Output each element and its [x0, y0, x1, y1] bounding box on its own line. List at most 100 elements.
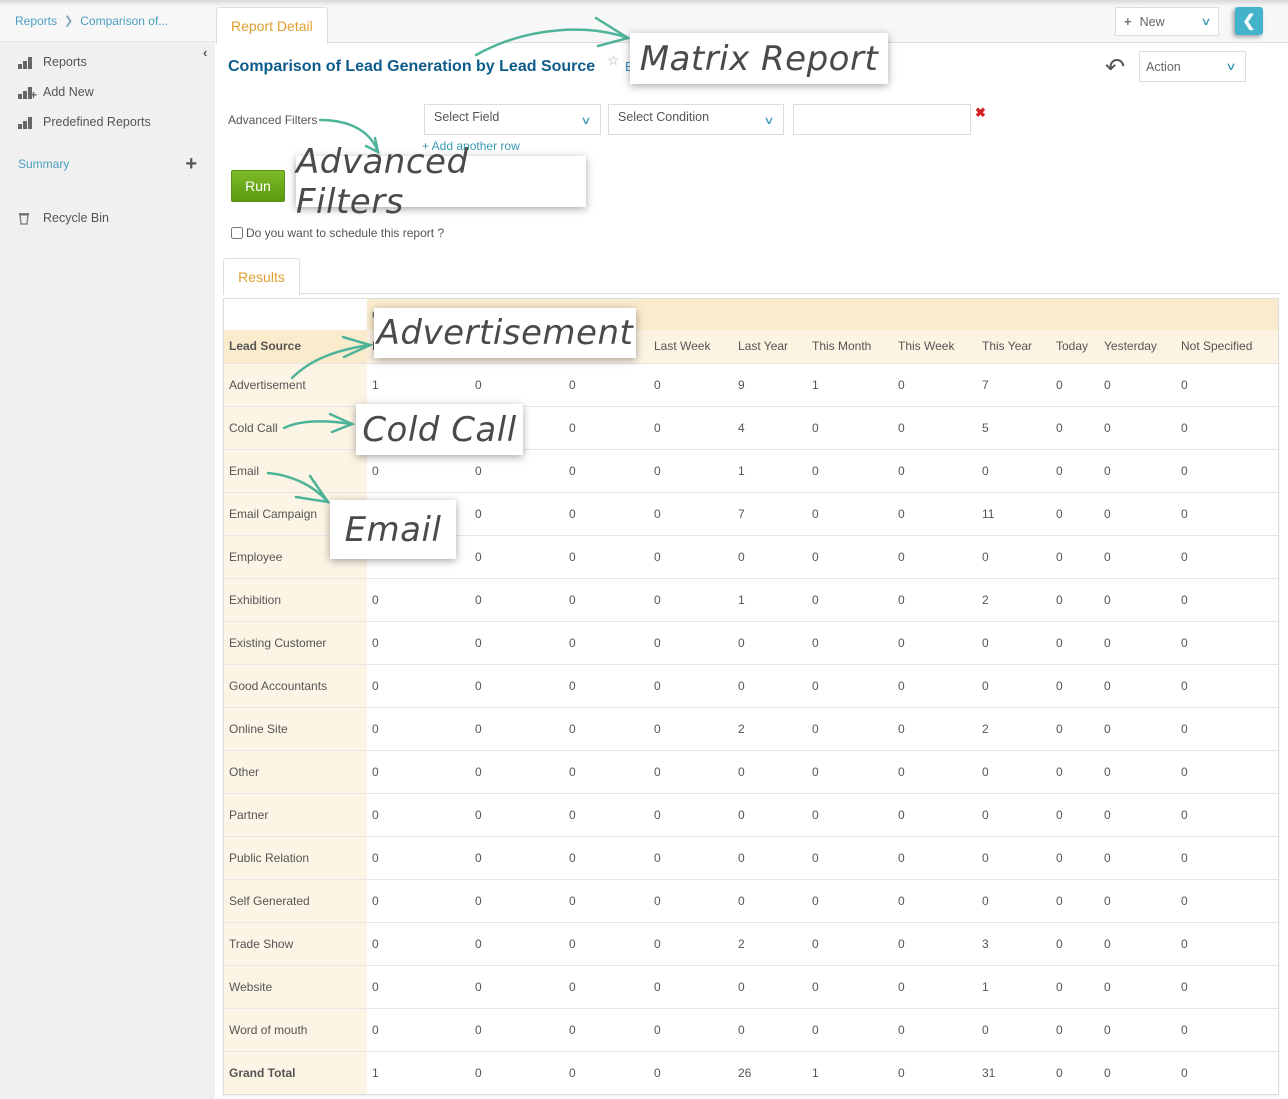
star-icon[interactable]: ☆ — [607, 52, 620, 69]
select-condition-dropdown[interactable]: Select Condition ∨ — [608, 104, 784, 135]
table-cell: 0 — [564, 664, 649, 708]
table-cell: 0 — [1176, 922, 1278, 966]
table-cell: 0 — [649, 922, 733, 966]
table-cell: 0 — [807, 664, 893, 708]
collapse-sidebar-icon[interactable]: ‹ — [203, 45, 207, 60]
sidebar-item-recycle-bin[interactable]: Recycle Bin — [0, 203, 215, 233]
row-label: Other — [224, 750, 367, 794]
table-cell: 0 — [1176, 406, 1278, 450]
table-row: Email 0 0 0 0 1 0 0 0 0 0 0 — [224, 449, 1278, 493]
table-cell: 0 — [564, 1008, 649, 1052]
table-cell: 0 — [1099, 707, 1176, 751]
tab-report-detail[interactable]: Report Detail — [216, 7, 328, 44]
table-cell: 0 — [1104, 1065, 1111, 1080]
sidebar-item-label: Reports — [43, 55, 87, 69]
chevron-down-icon: ∨ — [580, 115, 592, 127]
table-cell: 0 — [977, 535, 1051, 579]
sidebar-item-reports[interactable]: Reports — [0, 47, 215, 77]
row-label: Exhibition — [224, 578, 367, 622]
table-cell: 0 — [470, 793, 564, 837]
sidebar-item-predefined-reports[interactable]: Predefined Reports — [0, 107, 215, 137]
tab-results[interactable]: Results — [223, 258, 300, 295]
action-select[interactable]: Action ∨ — [1139, 51, 1246, 82]
table-cell: 0 — [807, 578, 893, 622]
table-cell: 0 — [470, 1008, 564, 1052]
table-cell: 1 — [733, 578, 807, 622]
table-cell: 2 — [977, 578, 1051, 622]
table-cell: 0 — [649, 363, 733, 407]
collapse-panel-button[interactable]: ❮ — [1235, 7, 1263, 35]
table-cell: 0 — [649, 836, 733, 880]
table-cell: 0 — [649, 965, 733, 1009]
table-cell: 0 — [977, 1008, 1051, 1052]
table-cell: 0 — [367, 750, 470, 794]
table-cell: 0 — [649, 406, 733, 450]
table-cell: 0 — [564, 406, 649, 450]
table-cell: 0 — [564, 750, 649, 794]
table-cell: 0 — [733, 836, 807, 880]
table-cell: 0 — [977, 750, 1051, 794]
breadcrumb-current[interactable]: Comparison of... — [80, 14, 168, 28]
table-cell: 0 — [1176, 965, 1278, 1009]
table-cell: 0 — [893, 836, 977, 880]
row-header-label: Lead Source — [224, 330, 367, 364]
table-cell: 0 — [1051, 492, 1099, 536]
add-summary-icon[interactable]: + — [185, 153, 197, 176]
table-cell: 0 — [893, 664, 977, 708]
table-cell: 0 — [977, 621, 1051, 665]
breadcrumb-reports[interactable]: Reports — [15, 14, 57, 28]
table-cell: 0 — [564, 535, 649, 579]
select-field-dropdown[interactable]: Select Field ∨ — [424, 104, 601, 135]
table-cell: 0 — [733, 793, 807, 837]
table-cell: 0 — [893, 965, 977, 1009]
back-icon[interactable]: ↶ — [1105, 53, 1125, 82]
row-label: Self Generated — [224, 879, 367, 923]
table-cell: 0 — [977, 836, 1051, 880]
table-row: Good Accountants 0 0 0 0 0 0 0 0 0 0 0 — [224, 664, 1278, 708]
table-cell: 0 — [470, 578, 564, 622]
row-label: Email — [224, 449, 367, 493]
row-label: Partner — [224, 793, 367, 837]
table-cell: 0 — [564, 879, 649, 923]
table-cell: 0 — [1099, 1008, 1176, 1052]
table-cell: 0 — [893, 578, 977, 622]
row-label: Trade Show — [224, 922, 367, 966]
remove-filter-icon[interactable]: ✖ — [975, 105, 986, 121]
table-cell: 0 — [367, 621, 470, 665]
new-button[interactable]: + New ∨ — [1115, 7, 1219, 36]
table-row: Word of mouth 0 0 0 0 0 0 0 0 0 0 0 — [224, 1008, 1278, 1052]
table-cell: 0 — [733, 879, 807, 923]
table-cell: 0 — [564, 363, 649, 407]
filter-value-input[interactable] — [793, 104, 971, 135]
sidebar-item-add-new[interactable]: + Add New — [0, 77, 215, 107]
table-cell: 0 — [893, 406, 977, 450]
chevron-down-icon: ∨ — [1225, 61, 1237, 73]
table-cell: 0 — [649, 1008, 733, 1052]
table-cell: 0 — [1176, 836, 1278, 880]
table-cell: 0 — [1051, 750, 1099, 794]
table-cell: 0 — [1051, 406, 1099, 450]
table-cell: 0 — [1051, 707, 1099, 751]
table-cell: 0 — [475, 1065, 482, 1080]
table-cell: 0 — [1176, 578, 1278, 622]
table-cell: 0 — [649, 664, 733, 708]
table-cell: 0 — [470, 965, 564, 1009]
schedule-label: Do you want to schedule this report ? — [246, 226, 445, 240]
action-label: Action — [1146, 59, 1181, 74]
table-cell: 4 — [733, 406, 807, 450]
table-cell: 3 — [977, 922, 1051, 966]
table-cell: 0 — [1176, 750, 1278, 794]
run-button[interactable]: Run — [231, 170, 285, 202]
schedule-checkbox[interactable] — [231, 227, 243, 239]
summary-label[interactable]: Summary — [18, 157, 69, 171]
table-cell: 0 — [367, 793, 470, 837]
table-cell: 9 — [733, 363, 807, 407]
table-cell: 0 — [1176, 879, 1278, 923]
table-cell: 1 — [733, 449, 807, 493]
table-cell: 0 — [807, 621, 893, 665]
table-cell: 0 — [733, 750, 807, 794]
table-cell: 0 — [1099, 965, 1176, 1009]
sidebar-item-label: Recycle Bin — [43, 211, 109, 225]
table-cell: 0 — [1176, 363, 1278, 407]
table-cell: 0 — [893, 922, 977, 966]
